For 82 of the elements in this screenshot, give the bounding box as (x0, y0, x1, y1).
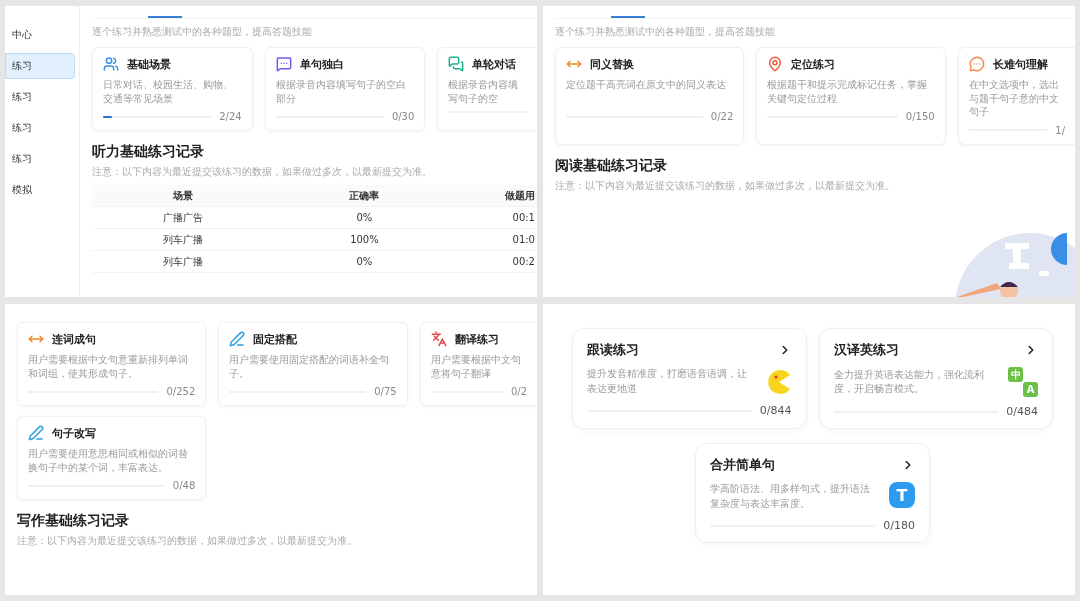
letter-tile: 中 (1008, 367, 1023, 382)
letter-tile: A (1023, 382, 1038, 397)
chat-bubble-icon (275, 56, 292, 72)
card-title: 连词成句 (52, 331, 96, 347)
card-description: 用户需要使用固定搭配的词语补全句子。 (229, 353, 391, 380)
practice-card[interactable]: 合并简单句 学高阶语法、用多样句式，提升语法复杂度与表达丰富度。 T 0/180 (695, 443, 930, 543)
pen-icon (28, 425, 44, 441)
map-pin-icon (767, 56, 784, 72)
section-title: 阅读基础练习记录 (555, 156, 668, 175)
progress-count: 0/22 (710, 111, 734, 122)
card-description: 根据录音内容填写句子的空白部分 (275, 78, 407, 105)
practice-card[interactable]: 句子改写 用户需要使用意思相同或相似的词替换句子中的某个词，丰富表达。 0/48 (17, 416, 207, 500)
sidebar-item[interactable]: 模拟 (5, 177, 75, 203)
card-description: 用户需要使用意思相同或相似的词替换句子中的某个词，丰富表达。 (28, 447, 189, 474)
card-description: 用户需要根据中文句意重新排列单词和词组，使其形成句子。 (28, 353, 189, 380)
sidebar-item[interactable]: 练习 (5, 84, 75, 110)
progress-count: 0/844 (759, 404, 792, 417)
progress-count: 0/180 (883, 519, 915, 532)
practice-card[interactable]: 单轮对话 根据录音内容填写句子的空 (437, 47, 537, 131)
progress-count: 0/150 (905, 111, 935, 122)
column-header: 场景 (92, 185, 274, 207)
sidebar-item[interactable]: 练习 (5, 53, 75, 79)
section-title: 写作基础练习记录 (17, 512, 130, 530)
card-description: 用户需要根据中文句意将句子翻译 (430, 353, 522, 380)
card-description: 学高阶语法、用多样句式，提升语法复杂度与表达丰富度。 (710, 482, 871, 511)
card-title: 固定搭配 (253, 331, 298, 347)
practice-card[interactable]: 定位练习 根据题干和提示完成标记任务，掌握关键句定位过程 0/150 (756, 47, 946, 145)
progress-count: 1/ (1055, 124, 1065, 136)
column-header: 做题用 (455, 185, 537, 207)
card-title: 同义替换 (590, 56, 634, 72)
progress-count: 0/48 (172, 480, 196, 491)
practice-card[interactable]: 翻译练习 用户需要根据中文句意将句子翻译 0/2 (419, 322, 537, 406)
letter-tile: T (889, 482, 915, 508)
translate-icon (430, 331, 447, 347)
card-title: 定位练习 (791, 56, 836, 72)
progress-count: 0/484 (1006, 405, 1038, 418)
subtitle: 逐个练习并熟悉测试中的各种题型，提高答题技能 (555, 25, 776, 39)
practice-card[interactable]: 汉译英练习 全力提升英语表达能力，强化流利度，开启畅言模式。 中 A 0/484 (818, 328, 1053, 429)
card-title: 单句独白 (299, 56, 344, 72)
section-title: 听力基础练习记录 (92, 143, 205, 161)
card-description: 根据题干和提示完成标记任务，掌握关键句定位过程 (767, 78, 929, 105)
column-header: 正确率 (273, 185, 456, 207)
progress-count: 0/75 (374, 386, 397, 397)
practice-card[interactable]: 同义替换 定位题干高亮词在原文中的同义表达 0/22 (555, 47, 745, 145)
card-description: 定位题干高亮词在原文中的同义表达 (566, 78, 727, 92)
section-note: 注意：以下内容为最近提交该练习的数据，如果做过多次，以最新提交为准。 (92, 165, 433, 179)
sidebar-item[interactable]: 练习 (5, 146, 75, 172)
card-title: 翻译练习 (454, 331, 499, 347)
chat-bubble-icon (968, 56, 985, 72)
progress-count: 2/24 (219, 111, 242, 122)
progress-count: 0/252 (166, 386, 196, 397)
chat-bubbles-icon (448, 56, 465, 72)
card-title: 基础场景 (127, 56, 171, 72)
section-note: 注意：以下内容为最近提交该练习的数据，如果做过多次，以最新提交为准。 (17, 534, 358, 548)
practice-card[interactable]: 跟读练习 提升发音精准度，打磨语音语调，让表达更地道 0/844 (572, 328, 807, 429)
tab-indicator (611, 16, 645, 18)
practice-card[interactable]: 单句独白 根据录音内容填写句子的空白部分 0/30 (264, 47, 426, 131)
practice-card[interactable]: 连词成句 用户需要根据中文句意重新排列单词和词组，使其形成句子。 0/252 (17, 322, 207, 406)
card-description: 在中文选项中，选出与题干句子意的中文句子 (968, 78, 1060, 119)
sidebar-item[interactable]: 中心 (5, 22, 75, 48)
practice-card[interactable]: 长难句理解 在中文选项中，选出与题干句子意的中文句子 1/ (957, 47, 1075, 145)
progress-count: 0/30 (391, 111, 415, 122)
section-note: 注意：以下内容为最近提交该练习的数据，如果做过多次，以最新提交为准。 (555, 178, 896, 193)
card-title: 单轮对话 (472, 56, 517, 72)
progress-count: 0/2 (510, 386, 527, 397)
practice-card[interactable]: 固定搭配 用户需要使用固定搭配的词语补全句子。 0/75 (218, 322, 408, 406)
card-description: 提升发音精准度，打磨语音语调，让表达更地道 (587, 367, 748, 396)
card-title: 跟读练习 (587, 341, 639, 359)
card-description: 全力提升英语表达能力，强化流利度，开启畅言模式。 (833, 367, 985, 396)
card-title: 句子改写 (52, 425, 96, 441)
pen-icon (229, 331, 246, 347)
tab-indicator (148, 16, 182, 18)
card-title: 长难句理解 (992, 56, 1048, 72)
sidebar-item[interactable]: 练习 (5, 115, 75, 141)
card-description: 日常对话、校园生活、购物、交通等常见场景 (103, 78, 234, 105)
people-icon (103, 56, 119, 72)
subtitle: 逐个练习并熟悉测试中的各种题型，提高答题技能 (92, 25, 313, 39)
card-title: 合并简单句 (710, 456, 775, 474)
card-title: 汉译英练习 (833, 341, 899, 359)
card-description: 根据录音内容填写句子的空 (448, 78, 520, 105)
pacman-icon (765, 368, 792, 395)
practice-card[interactable]: 基础场景 日常对话、校园生活、购物、交通等常见场景 2/24 (92, 47, 253, 131)
